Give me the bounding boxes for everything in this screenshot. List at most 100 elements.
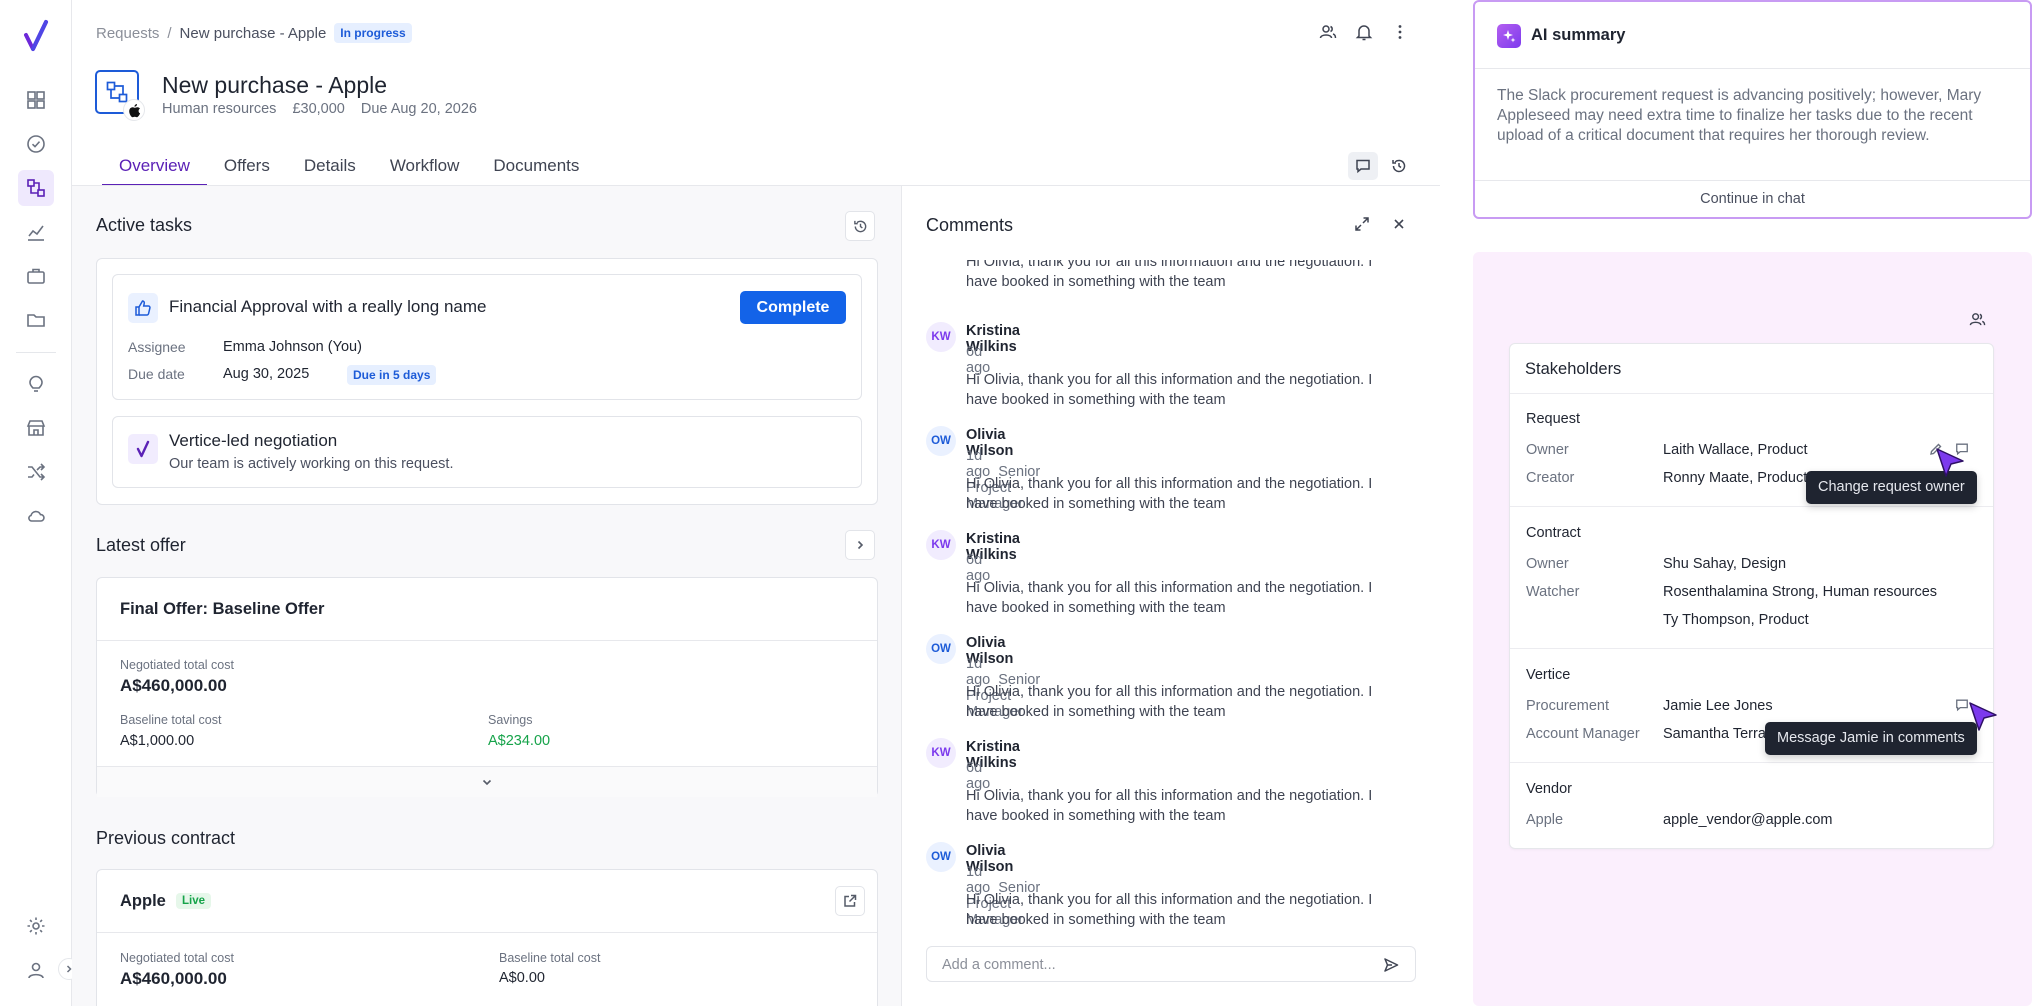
analytics-icon[interactable]: [18, 214, 54, 250]
tab-documents[interactable]: Documents: [476, 150, 596, 186]
live-badge: Live: [176, 893, 212, 909]
close-icon[interactable]: [1392, 217, 1406, 231]
comment-body: Hi Olivia, thank you for all this inform…: [966, 476, 1373, 512]
assignee-value: Emma Johnson (You): [223, 339, 362, 355]
history-icon[interactable]: [1384, 152, 1414, 180]
comment-body: Hi Olivia, thank you for all this inform…: [966, 260, 1373, 290]
tasks-history-icon[interactable]: [845, 211, 875, 241]
contract-negotiated-label: Negotiated total cost: [120, 951, 234, 965]
sidebar: [0, 0, 80, 1006]
store-icon[interactable]: [18, 410, 54, 446]
breadcrumb-separator: /: [167, 24, 172, 42]
request-amount: £30,000: [292, 101, 345, 117]
tab-bar: Overview Offers Details Workflow Documen…: [102, 150, 596, 186]
task-item[interactable]: Financial Approval with a really long na…: [112, 274, 862, 400]
settings-gear-icon[interactable]: [18, 908, 54, 944]
comment-placeholder: Add a comment...: [942, 957, 1056, 973]
contract-owner-value: Shu Sahay, Design: [1663, 556, 1787, 572]
tasks-check-icon[interactable]: [18, 126, 54, 162]
latest-offer-card: Final Offer: Baseline Offer Negotiated t…: [96, 577, 878, 797]
procurement-value: Jamie Lee Jones: [1663, 698, 1773, 714]
ai-summary-title: AI summary: [1531, 26, 1626, 44]
cursor-pointer-icon: [1967, 701, 1999, 733]
baseline-cost-value: A$1,000.00: [120, 733, 195, 749]
due-date-label: Due date: [128, 366, 185, 382]
expand-icon[interactable]: [1354, 216, 1370, 232]
avatar: OW: [926, 426, 956, 456]
tab-details[interactable]: Details: [287, 150, 373, 186]
contract-watcher-label: Watcher: [1526, 584, 1580, 600]
comment-body: Hi Olivia, thank you for all this inform…: [966, 580, 1373, 616]
contract-baseline-label: Baseline total cost: [499, 951, 601, 965]
avatar: KW: [926, 738, 956, 768]
contract-divider: [97, 932, 877, 933]
request-creator-label: Creator: [1526, 470, 1575, 486]
comment-body: Hi Olivia, thank you for all this inform…: [966, 684, 1373, 720]
baseline-cost-label: Baseline total cost: [120, 713, 222, 727]
shuffle-icon[interactable]: [18, 454, 54, 490]
offer-chevron-right-icon[interactable]: [845, 530, 875, 560]
contract-watcher-value: Ty Thompson, Product: [1663, 612, 1809, 628]
request-owner-label: Owner: [1526, 442, 1569, 458]
user-profile-icon[interactable]: [18, 952, 54, 988]
breadcrumb-parent[interactable]: Requests: [96, 25, 159, 42]
request-due: Due Aug 20, 2026: [360, 101, 477, 117]
cursor-pointer-icon: [1934, 447, 1966, 479]
contract-vendor: Apple: [120, 892, 166, 910]
avatar: OW: [926, 634, 956, 664]
contract-group-title: Contract: [1526, 525, 1581, 541]
request-group-title: Request: [1526, 411, 1581, 427]
tab-workflow[interactable]: Workflow: [373, 150, 477, 186]
ai-summary-body: The Slack procurement request is advanci…: [1497, 87, 1982, 144]
lightbulb-icon[interactable]: [18, 366, 54, 402]
dashboard-icon[interactable]: [18, 82, 54, 118]
avatar: OW: [926, 842, 956, 872]
request-meta: Human resources £30,000 Due Aug 20, 2026: [162, 101, 477, 117]
vendor-email: apple_vendor@apple.com: [1663, 812, 1833, 828]
divider: [1510, 393, 1993, 394]
divider: [1510, 762, 1993, 763]
more-vertical-icon[interactable]: [1388, 20, 1412, 44]
users-icon[interactable]: [1316, 20, 1340, 44]
vertice-logo-icon: [128, 434, 158, 464]
requests-workflow-icon[interactable]: [18, 170, 54, 206]
page-title: New purchase - Apple: [162, 72, 388, 98]
divider: [1510, 648, 1993, 649]
comment-body: Hi Olivia, thank you for all this inform…: [966, 892, 1373, 928]
open-external-icon[interactable]: [835, 886, 865, 916]
offer-divider: [97, 640, 877, 641]
avatar: KW: [926, 322, 956, 352]
contract-owner-label: Owner: [1526, 556, 1569, 572]
comment-body: Hi Olivia, thank you for all this inform…: [966, 372, 1373, 408]
breadcrumb-current: New purchase - Apple: [179, 24, 327, 42]
tab-overview[interactable]: Overview: [102, 150, 207, 186]
continue-in-chat-button[interactable]: Continue in chat: [1475, 181, 2030, 217]
stakeholders-users-icon[interactable]: [1969, 311, 1986, 328]
vertice-group-title: Vertice: [1526, 667, 1571, 683]
contract-baseline-value: A$0.00: [499, 970, 545, 986]
folder-icon[interactable]: [18, 302, 54, 338]
procurement-label: Procurement: [1526, 698, 1610, 714]
vertice-logo[interactable]: [18, 18, 54, 54]
expand-chevron-down-icon[interactable]: [97, 766, 877, 797]
comment-body: Hi Olivia, thank you for all this inform…: [966, 788, 1373, 824]
cloud-icon[interactable]: [18, 498, 54, 534]
comments-toggle-icon[interactable]: [1348, 152, 1378, 180]
stakeholders-title: Stakeholders: [1525, 360, 1622, 378]
negotiated-cost-value: A$460,000.00: [120, 676, 227, 695]
tooltip-message-jamie: Message Jamie in comments: [1765, 722, 1977, 755]
bell-icon[interactable]: [1352, 20, 1376, 44]
briefcase-icon[interactable]: [18, 258, 54, 294]
negotiated-cost-label: Negotiated total cost: [120, 658, 234, 672]
sparkle-icon: [1497, 24, 1521, 48]
tab-offers[interactable]: Offers: [207, 150, 287, 186]
comment-input[interactable]: Add a comment...: [926, 946, 1416, 982]
latest-offer-title: Latest offer: [96, 535, 186, 555]
send-icon[interactable]: [1383, 957, 1399, 973]
ai-header-divider: [1475, 68, 2030, 69]
complete-button[interactable]: Complete: [740, 291, 846, 324]
account-manager-value: Samantha Terra: [1663, 726, 1766, 742]
stakeholders-card: Stakeholders Request Owner Laith Wallace…: [1509, 343, 1994, 849]
offer-name: Final Offer: Baseline Offer: [120, 600, 325, 618]
request-creator-value: Ronny Maate, Product: [1663, 470, 1808, 486]
